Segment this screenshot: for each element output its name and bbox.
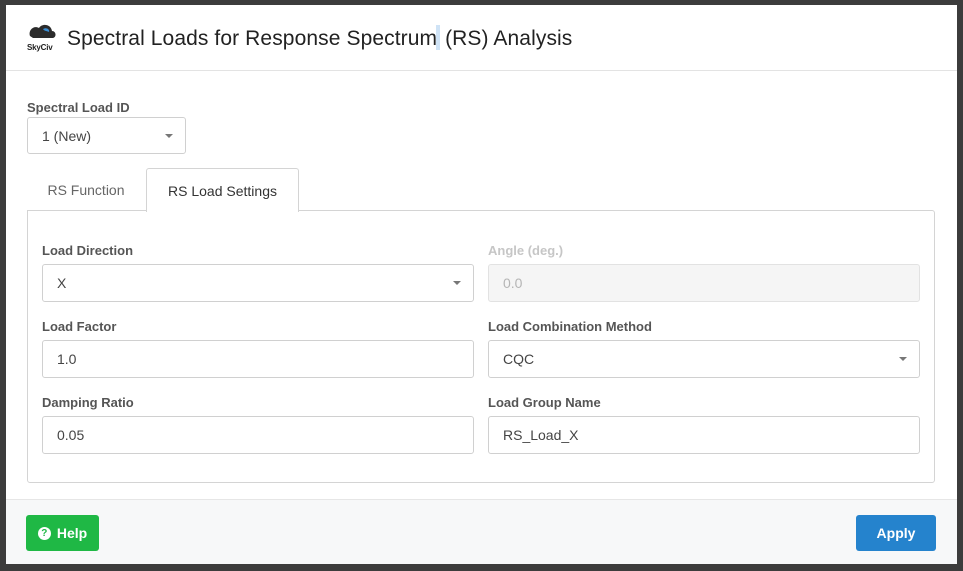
load-combination-method-value: CQC (503, 351, 535, 367)
help-button-label: Help (56, 525, 88, 541)
angle-input: 0.0 (488, 264, 920, 302)
spectral-load-id-label: Spectral Load ID (27, 100, 130, 115)
dialog-footer: ? Help Apply (6, 499, 957, 564)
dialog-body: Spectral Load ID 1 (New) RS Function RS … (6, 72, 957, 499)
tab-rs-load-settings[interactable]: RS Load Settings (146, 168, 299, 212)
load-factor-value: 1.0 (57, 351, 77, 367)
load-factor-label: Load Factor (42, 319, 117, 334)
rs-load-settings-panel: Load Direction X Angle (deg.) 0.0 Load F… (27, 210, 935, 483)
load-group-name-input[interactable]: RS_Load_X (488, 416, 920, 454)
chevron-down-icon (165, 134, 173, 138)
text-cursor (436, 24, 441, 50)
damping-ratio-input[interactable]: 0.05 (42, 416, 474, 454)
help-button[interactable]: ? Help (26, 515, 99, 551)
apply-button[interactable]: Apply (856, 515, 936, 551)
load-combination-method-label: Load Combination Method (488, 319, 652, 334)
damping-ratio-value: 0.05 (57, 427, 85, 443)
title-text-part2: (RS) Analysis (445, 26, 573, 50)
load-direction-label: Load Direction (42, 243, 134, 258)
dialog-title: Spectral Loads for Response Spectrum (RS… (67, 24, 573, 51)
load-direction-value: X (57, 275, 67, 291)
load-direction-select[interactable]: X (42, 264, 474, 302)
angle-label: Angle (deg.) (488, 243, 564, 258)
load-group-name-value: RS_Load_X (503, 427, 579, 443)
load-combination-method-select[interactable]: CQC (488, 340, 920, 378)
load-factor-input[interactable]: 1.0 (42, 340, 474, 378)
title-text-part1: Spectral Loads for Response Spectrum (67, 26, 438, 50)
skyciv-logo: SkyCiv (26, 22, 58, 54)
angle-value: 0.0 (503, 275, 523, 291)
tab-rs-function[interactable]: RS Function (27, 168, 145, 211)
spectral-load-id-select[interactable]: 1 (New) (27, 117, 186, 154)
dialog-header: SkyCiv Spectral Loads for Response Spect… (6, 5, 957, 71)
damping-ratio-label: Damping Ratio (42, 395, 134, 410)
load-group-name-label: Load Group Name (488, 395, 601, 410)
chevron-down-icon (899, 357, 907, 361)
logo-text: SkyCiv (27, 42, 53, 52)
spectral-loads-dialog: SkyCiv Spectral Loads for Response Spect… (6, 5, 957, 564)
spectral-load-id-value: 1 (New) (42, 127, 92, 144)
chevron-down-icon (453, 281, 461, 285)
question-circle-icon: ? (37, 526, 51, 540)
